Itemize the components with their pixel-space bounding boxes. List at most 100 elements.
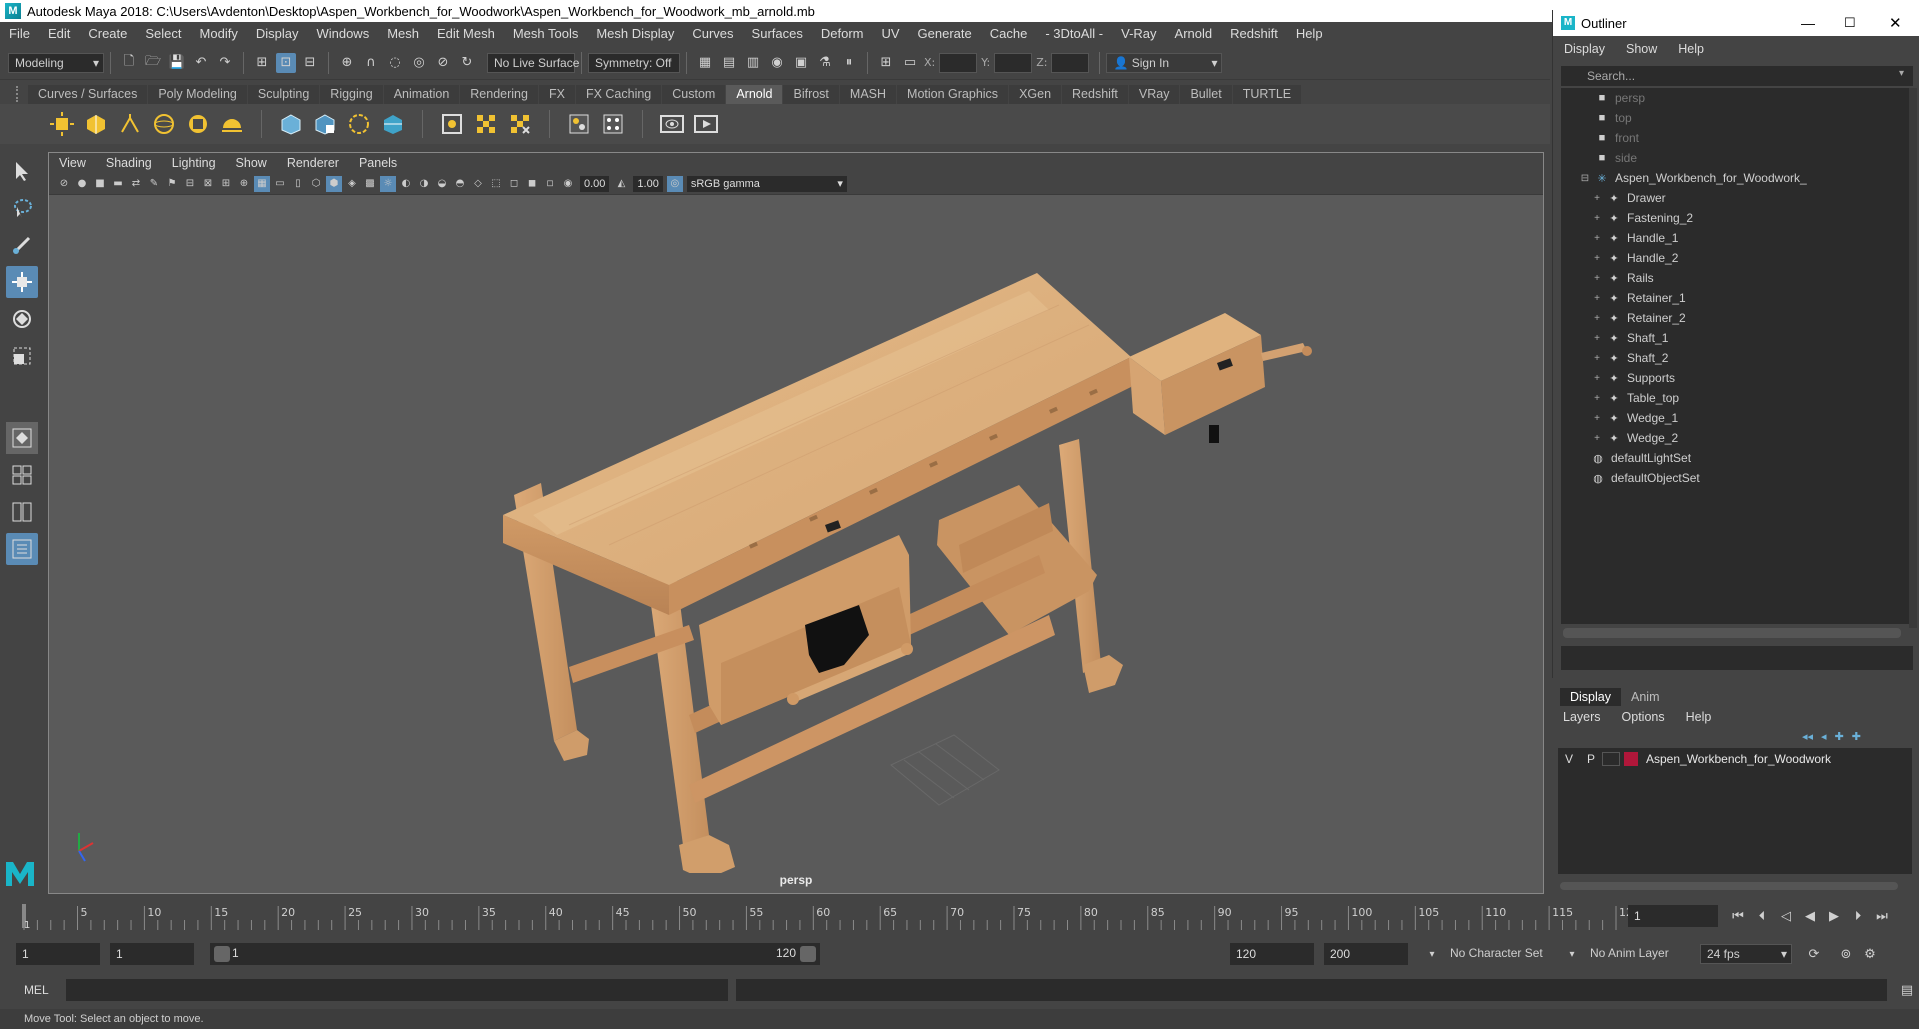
snap-curve-icon[interactable]: ∩ (361, 53, 381, 73)
menu-mesh-display[interactable]: Mesh Display (587, 26, 683, 41)
animation-preferences-icon[interactable]: ⚙ (1860, 944, 1880, 964)
expand-icon[interactable]: + (1591, 212, 1603, 224)
expand-icon[interactable]: + (1591, 372, 1603, 384)
menu-select[interactable]: Select (136, 26, 190, 41)
snap-grid-icon[interactable]: ⊕ (337, 53, 357, 73)
xray-joints-icon[interactable]: ◼ (524, 176, 540, 192)
playblast-icon[interactable] (657, 109, 687, 139)
bookmarks-icon[interactable]: ■ (92, 176, 108, 192)
pause-icon[interactable]: ⏸ (839, 53, 859, 73)
layer-menu-layers[interactable]: Layers (1552, 710, 1611, 724)
tree-item-wedge-1[interactable]: + ✦ Wedge_1 (1561, 408, 1909, 428)
layer-name[interactable]: Aspen_Workbench_for_Woodwork (1646, 752, 1831, 766)
select-object-icon[interactable]: ⊡ (276, 52, 296, 73)
scene-end-field[interactable]: 200 (1324, 943, 1408, 965)
tree-item-front[interactable]: ■ front (1561, 128, 1909, 148)
z-input[interactable] (1051, 52, 1090, 73)
input-line-icon[interactable]: ⊞ (876, 53, 896, 73)
flush-textures-icon[interactable] (471, 109, 501, 139)
menu-help[interactable]: Help (1287, 26, 1332, 41)
menu-mesh[interactable]: Mesh (378, 26, 428, 41)
create-standin-icon[interactable] (276, 109, 306, 139)
shelf-tab-rendering[interactable]: Rendering (460, 85, 538, 104)
exposure-field[interactable]: 0.00 (580, 175, 610, 192)
tree-item-wedge-2[interactable]: + ✦ Wedge_2 (1561, 428, 1909, 448)
viewport-menu-view[interactable]: View (49, 156, 96, 170)
tree-item-top[interactable]: ■ top (1561, 108, 1909, 128)
camera-attributes-icon[interactable]: ● (74, 176, 90, 192)
snap-point-icon[interactable]: ◌ (385, 53, 405, 73)
field-chart-icon[interactable]: ⊕ (236, 176, 252, 192)
grid-icon[interactable]: ▦ (254, 175, 270, 192)
viewport-panel[interactable]: View Shading Lighting Show Renderer Pane… (48, 152, 1544, 894)
menu-cache[interactable]: Cache (981, 26, 1037, 41)
layer-menu-help[interactable]: Help (1675, 710, 1722, 724)
scene-canvas[interactable] (49, 195, 1543, 873)
tree-item-drawer[interactable]: + ✦ Drawer (1561, 188, 1909, 208)
tree-item-default-object-set[interactable]: ◍ defaultObjectSet (1561, 468, 1909, 488)
backface-culling-icon[interactable]: ◽ (542, 176, 558, 192)
move-layer-up-icon[interactable]: ◂◂ (1802, 730, 1813, 743)
scale-tool-icon[interactable] (6, 340, 38, 372)
render-settings-icon[interactable]: ▥ (743, 53, 763, 73)
maximize-icon[interactable]: ☐ (1844, 15, 1856, 31)
play-backward-icon[interactable]: ◀ (1800, 906, 1820, 926)
outliner-vertical-scrollbar[interactable] (1909, 88, 1917, 628)
outliner-menu-show[interactable]: Show (1615, 42, 1667, 56)
gamma-field[interactable]: 1.00 (633, 175, 663, 192)
xray-icon[interactable]: ◻ (506, 176, 522, 192)
time-slider[interactable]: 5 10 15 20 25 30 35 40 45 50 55 60 65 70 75 80 85 90 95 100… (16, 900, 1628, 932)
scene-start-field[interactable]: 1 (16, 943, 100, 965)
shelf-tab-turtle[interactable]: TURTLE (1232, 85, 1302, 104)
snap-view-plane-icon[interactable]: ◎ (409, 53, 429, 73)
motion-blur-icon[interactable]: ◒ (434, 176, 450, 192)
shelf-tab-animation[interactable]: Animation (383, 85, 460, 104)
sign-in-button[interactable]: 👤 Sign In ▾ (1106, 52, 1223, 73)
use-all-lights-icon[interactable]: ☼ (380, 175, 396, 192)
snap-rotate-icon[interactable]: ↻ (457, 53, 477, 73)
lasso-tool-icon[interactable] (6, 192, 38, 224)
outliner-menu-display[interactable]: Display (1553, 42, 1615, 56)
select-hierarchy-icon[interactable]: ⊞ (252, 53, 272, 73)
shelf-tab-xgen[interactable]: XGen (1009, 85, 1062, 104)
chevron-down-icon[interactable]: ▾ (1899, 68, 1904, 79)
expand-icon[interactable]: + (1591, 312, 1603, 324)
four-view-icon[interactable] (6, 459, 38, 491)
tree-item-root[interactable]: ⊟ ✳ Aspen_Workbench_for_Woodwork_ (1561, 168, 1909, 188)
exposure-icon[interactable]: ◉ (560, 176, 576, 192)
menu-generate[interactable]: Generate (909, 26, 981, 41)
layer-horizontal-scrollbar[interactable] (1560, 882, 1898, 890)
menu-redshift[interactable]: Redshift (1221, 26, 1287, 41)
symmetry-selector[interactable]: Symmetry: Off (588, 52, 680, 73)
expand-icon[interactable]: + (1591, 412, 1603, 424)
select-tool-icon[interactable] (6, 155, 38, 187)
move-layer-down-icon[interactable]: ◂ (1821, 730, 1827, 743)
layer-tab-display[interactable]: Display (1560, 688, 1621, 706)
viewport-menu-lighting[interactable]: Lighting (162, 156, 226, 170)
mode-selector[interactable]: Modeling ▾ (8, 52, 104, 73)
collapse-icon[interactable]: ⊟ (1579, 172, 1591, 184)
expand-icon[interactable]: + (1591, 252, 1603, 264)
hypershade-icon[interactable]: ◉ (767, 53, 787, 73)
tree-item-rails[interactable]: + ✦ Rails (1561, 268, 1909, 288)
menu-mesh-tools[interactable]: Mesh Tools (504, 26, 588, 41)
y-input[interactable] (994, 52, 1033, 73)
tree-item-supports[interactable]: + ✦ Supports (1561, 368, 1909, 388)
depth-of-field-icon[interactable]: ◇ (470, 176, 486, 192)
layer-color-swatch[interactable] (1624, 752, 1638, 766)
menu-vray[interactable]: V-Ray (1112, 26, 1165, 41)
expand-icon[interactable]: + (1591, 332, 1603, 344)
outliner-horizontal-scrollbar[interactable] (1563, 628, 1901, 638)
ambient-occlusion-icon[interactable]: ◑ (416, 176, 432, 192)
shelf-tab-poly-modeling[interactable]: Poly Modeling (148, 85, 247, 104)
isolate-select-icon[interactable]: ⬚ (488, 176, 504, 192)
shelf-tab-fx[interactable]: FX (538, 85, 575, 104)
render-view-icon[interactable]: ▣ (791, 53, 811, 73)
select-component-icon[interactable]: ⊟ (300, 53, 320, 73)
loop-icon[interactable]: ⟳ (1804, 944, 1824, 964)
grease-pencil-icon[interactable]: ✎ (146, 176, 162, 192)
color-management-icon[interactable]: ◎ (666, 175, 683, 192)
new-layer-selected-icon[interactable]: ✚ (1852, 730, 1861, 743)
menu-edit[interactable]: Edit (39, 26, 79, 41)
expand-icon[interactable]: + (1591, 392, 1603, 404)
